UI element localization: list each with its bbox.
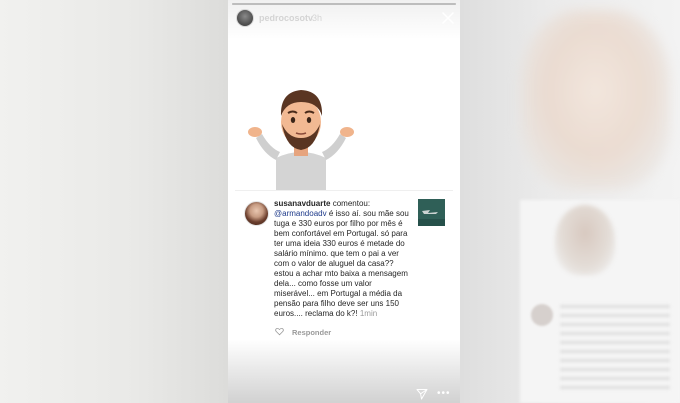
close-icon[interactable] [441,11,455,25]
post-thumbnail-image [418,199,445,226]
blurred-next-story-preview [520,10,670,190]
commenter-username[interactable]: susanavduarte [274,199,330,208]
send-icon[interactable] [416,388,428,400]
comment-mention[interactable]: @armandoadv [274,209,327,218]
story-progress-bar [232,3,456,5]
reply-button[interactable]: Responder [292,328,331,337]
story-progress-fill [232,3,456,5]
comment-timestamp: 1min [359,309,378,318]
more-options-icon[interactable]: ••• [437,389,451,399]
comment-card[interactable]: susanavduarte comentou: @armandoadv é is… [235,190,453,342]
story-author-username[interactable]: pedrocosotv [259,13,313,23]
memoji-shrug-sticker [248,90,354,190]
comment-body: susanavduarte comentou: @armandoadv é is… [274,199,414,319]
story-viewer[interactable]: pedrocosotv 3h susanavduarte comentou: @… [228,0,460,403]
story-author-avatar[interactable] [236,9,254,27]
commented-label: comentou: [332,199,371,208]
post-thumbnail[interactable] [418,199,445,226]
blurred-background-left [0,0,228,403]
commenter-avatar[interactable] [244,201,269,226]
blurred-next-story-text [560,305,670,390]
story-timestamp: 3h [312,13,323,23]
comment-text: é isso aí. sou mãe sou tuga e 330 euros … [274,209,409,318]
heart-icon[interactable] [275,327,284,336]
blurred-next-story-memoji [555,205,615,275]
blurred-next-story-avatar [531,304,553,326]
